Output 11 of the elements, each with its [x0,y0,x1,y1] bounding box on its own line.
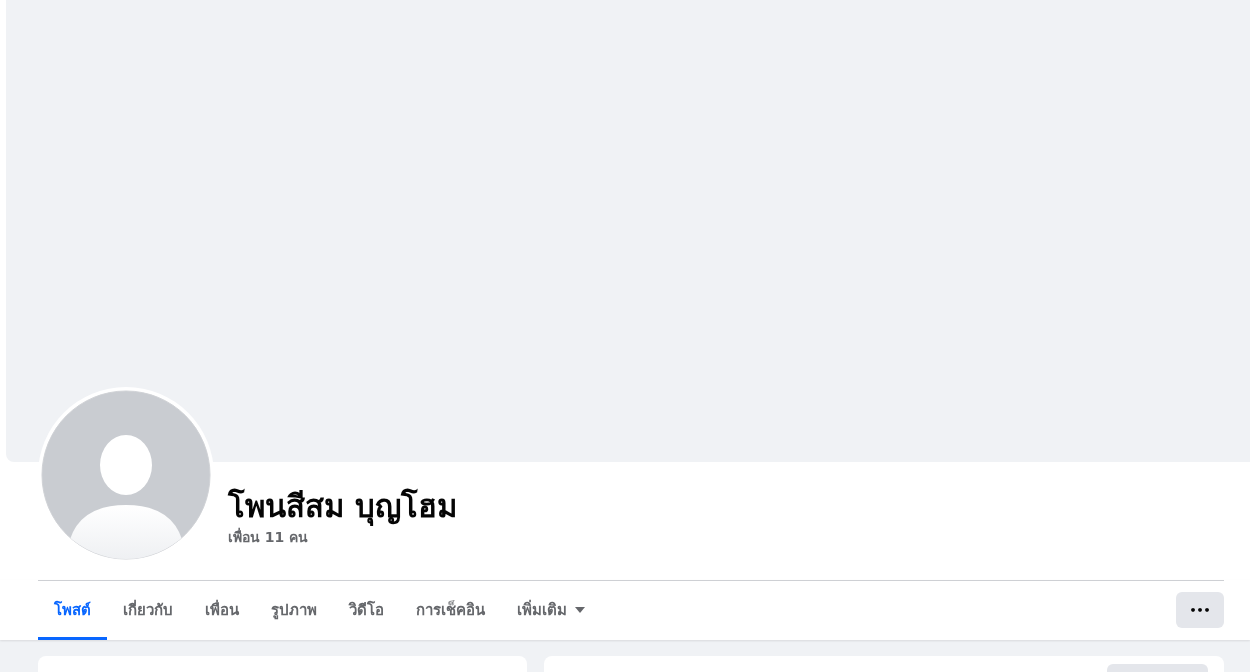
profile-tab[interactable]: โพสต์ [38,580,107,640]
more-options-button[interactable]: ••• [1176,592,1224,628]
profile-tab[interactable]: การเช็คอิน [400,580,501,640]
friend-count: เพื่อน 11 คน [228,528,310,546]
profile-tab[interactable]: เพื่อน [189,580,255,640]
more-tab[interactable]: เพิ่มเติม [501,580,601,640]
caret-icon [575,607,585,613]
profile-name: โพนสีสม บุญโฮม [228,487,458,527]
profile-tab[interactable]: เกี่ยวกับ [107,580,189,640]
profile-tab[interactable]: วิดีโอ [333,580,400,640]
profile-tab[interactable]: รูปภาพ [255,580,333,640]
